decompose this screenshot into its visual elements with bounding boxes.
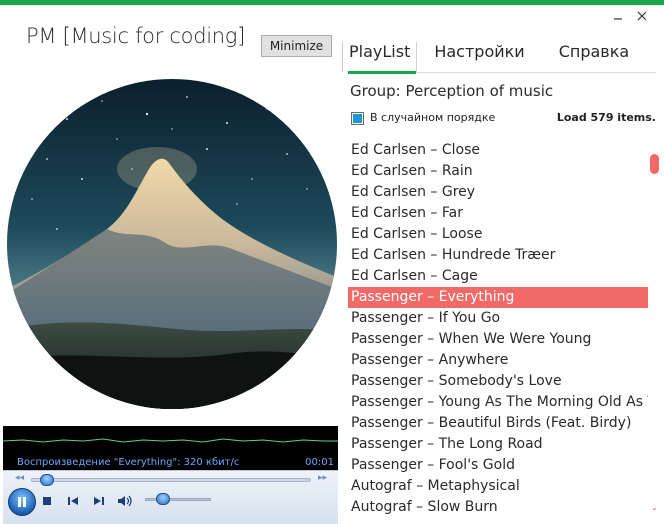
scrollbar-thumb[interactable] (650, 154, 659, 174)
playlist-item[interactable]: Ed Carlsen – Grey (348, 182, 648, 203)
active-tab-indicator (348, 71, 416, 74)
playlist-item[interactable]: Passenger – Anywhere (348, 350, 648, 371)
playlist-item[interactable]: Autograf – Metaphysical (348, 476, 648, 497)
playlist-item[interactable]: Passenger – If You Go (348, 308, 648, 329)
window-accent-bar (0, 0, 664, 5)
player-time: 00:01 (305, 457, 334, 468)
player-controls: ◂◂ ▸▸ (3, 470, 338, 524)
seek-thumb[interactable] (39, 474, 54, 486)
shuffle-label: В случайном порядке (370, 111, 496, 124)
scroll-down-icon[interactable]: ⌄ (651, 503, 658, 512)
playlist-item[interactable]: Ed Carlsen – Rain (348, 161, 648, 182)
pause-button[interactable] (8, 488, 36, 516)
shuffle-checkbox[interactable] (351, 112, 364, 125)
next-icon (94, 497, 104, 505)
speaker-icon (118, 495, 132, 507)
playlist-item[interactable]: Ed Carlsen – Far (348, 203, 648, 224)
tab-0[interactable]: PlayList (342, 42, 418, 72)
checkbox-check-icon (353, 114, 362, 123)
next-button[interactable] (91, 493, 107, 509)
playlist-item[interactable]: Passenger – The Long Road (348, 434, 648, 455)
playlist-item[interactable]: Ed Carlsen – Loose (348, 224, 648, 245)
group-label: Group: Perception of music (350, 82, 554, 100)
seek-bar[interactable] (31, 474, 311, 486)
stop-button[interactable] (39, 493, 55, 509)
playlist: Ed Carlsen – Close Ed Carlsen – Rain Ed Ca… (348, 140, 648, 518)
playlist-item[interactable]: Autograf – Slow Burn (348, 497, 648, 518)
app-title: PM [Music for coding] (26, 24, 245, 48)
tab-divider (416, 72, 656, 73)
playlist-item[interactable]: Passenger – Beautiful Birds (Feat. Birdy… (348, 413, 648, 434)
pause-icon (18, 497, 26, 507)
tab-bar: PlayList Настройки Справка (342, 42, 657, 72)
seek-back-icon[interactable]: ◂◂ (15, 473, 24, 483)
tab-2[interactable]: Справка (553, 42, 636, 72)
tab-1[interactable]: Настройки (428, 42, 530, 72)
stop-icon (43, 497, 51, 505)
playlist-item[interactable]: Passenger – Somebody's Love (348, 371, 648, 392)
playlist-item-selected[interactable]: Passenger – Everything (348, 287, 648, 308)
playlist-item[interactable]: Ed Carlsen – Close (348, 140, 648, 161)
seek-forward-icon[interactable]: ▸▸ (318, 473, 327, 483)
audio-visualizer: Воспроизведение "Everything": 320 кбит/с… (3, 426, 338, 470)
volume-thumb[interactable] (156, 493, 171, 505)
playlist-item[interactable]: Passenger – Fool's Gold (348, 455, 648, 476)
previous-button[interactable] (65, 493, 81, 509)
previous-icon (68, 497, 78, 505)
load-status: Load 579 items. (556, 111, 656, 124)
minimize-button[interactable]: Minimize (261, 35, 332, 57)
playlist-item[interactable]: Ed Carlsen – Hundrede Træer (348, 245, 648, 266)
album-art (7, 79, 337, 409)
player-status-text: Воспроизведение "Everything": 320 кбит/с (17, 457, 240, 468)
playlist-item[interactable]: Passenger – When We Were Young (348, 329, 648, 350)
close-window-icon[interactable] (634, 8, 650, 24)
playlist-item[interactable]: Ed Carlsen – Cage (348, 266, 648, 287)
minimize-window-icon[interactable] (610, 8, 626, 24)
playlist-item[interactable]: Passenger – Young As The Morning Old As … (348, 392, 648, 413)
volume-slider[interactable] (145, 493, 211, 505)
volume-button[interactable] (117, 493, 133, 509)
